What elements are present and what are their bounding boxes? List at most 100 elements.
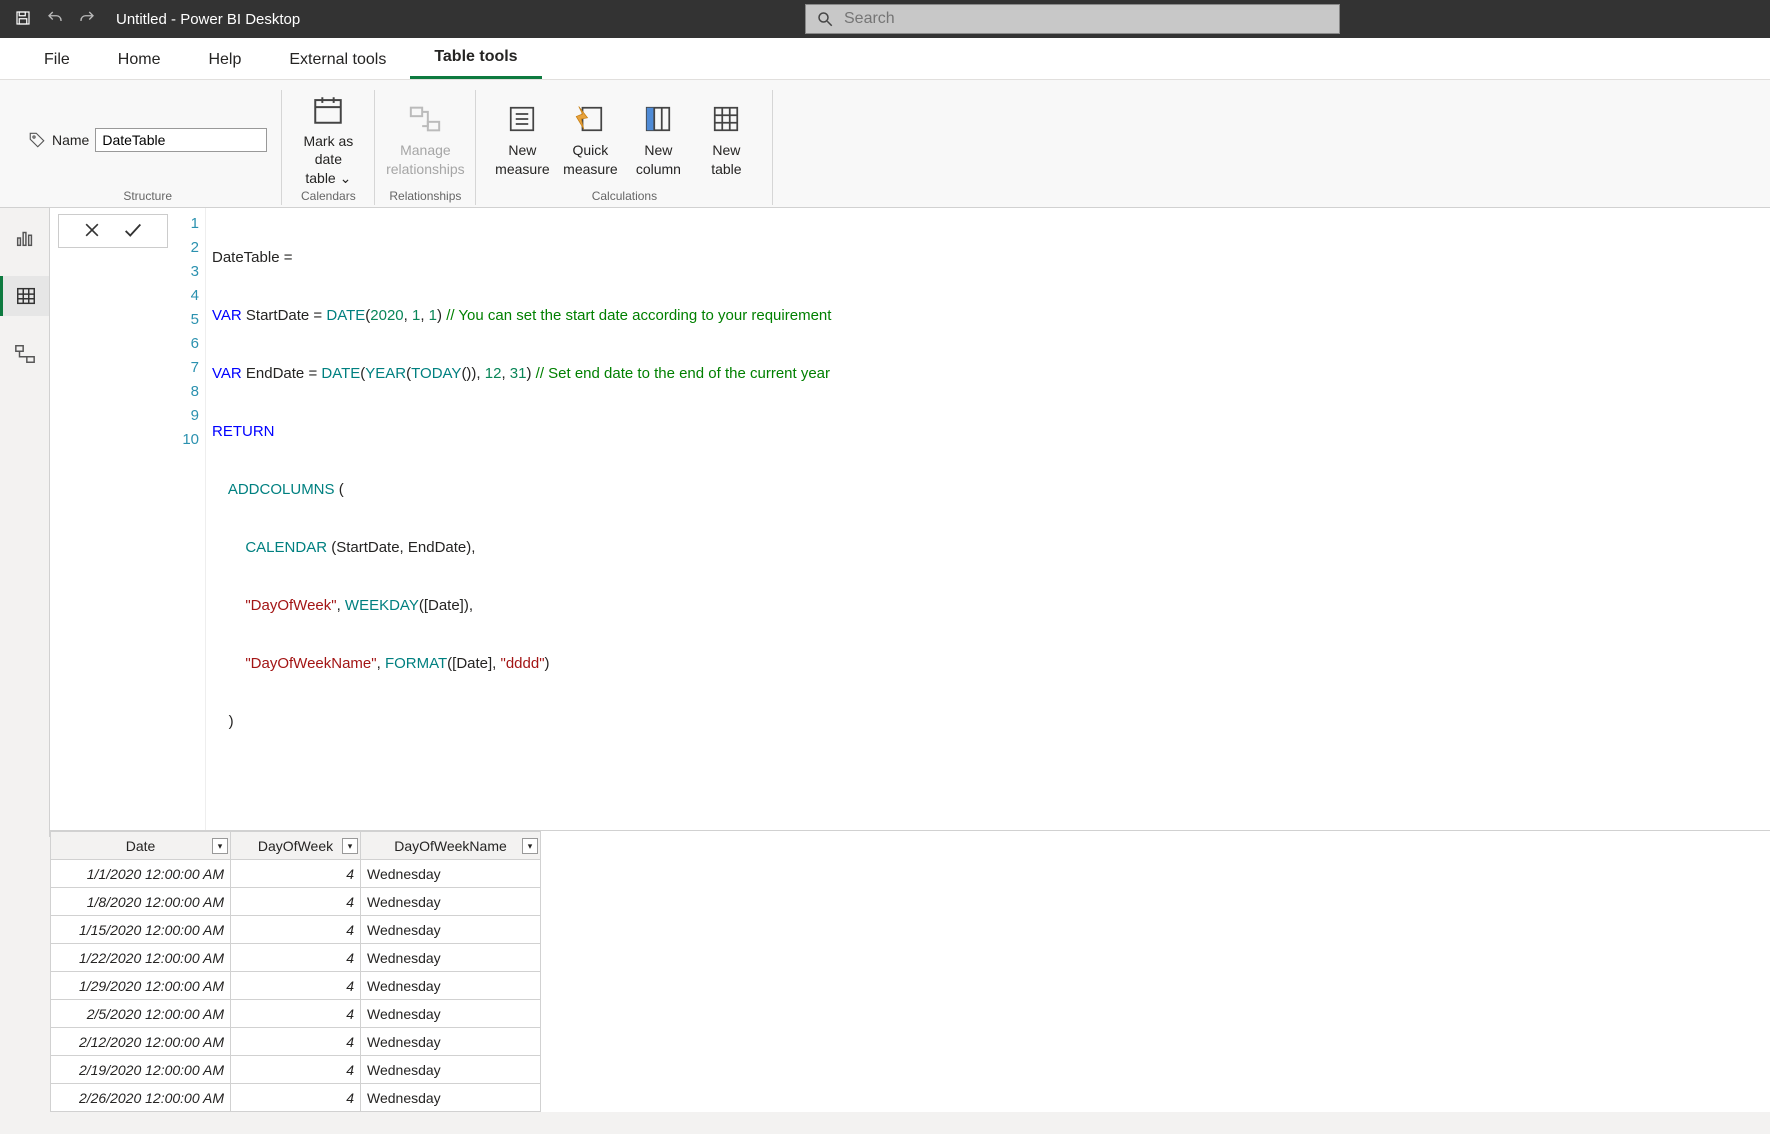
column-header[interactable]: DayOfWeek ▾ <box>231 832 361 860</box>
name-label: Name <box>52 132 89 148</box>
line-number: 3 <box>182 260 199 284</box>
menu-file[interactable]: File <box>20 41 94 79</box>
table-cell[interactable]: 4 <box>231 944 361 972</box>
group-calculations-label: Calculations <box>592 189 657 205</box>
line-number: 1 <box>182 212 199 236</box>
column-filter-dropdown[interactable]: ▾ <box>342 838 358 854</box>
line-number: 4 <box>182 284 199 308</box>
table-cell[interactable]: 1/8/2020 12:00:00 AM <box>51 888 231 916</box>
data-view-button[interactable] <box>0 276 49 316</box>
new-column-button[interactable]: New column <box>626 101 690 177</box>
model-view-icon <box>14 343 36 365</box>
group-structure-label: Structure <box>123 189 172 205</box>
table-row[interactable]: 1/29/2020 12:00:00 AM4Wednesday <box>51 972 541 1000</box>
table-row[interactable]: 1/8/2020 12:00:00 AM4Wednesday <box>51 888 541 916</box>
search-input[interactable] <box>844 10 1339 28</box>
table-cell[interactable]: 2/26/2020 12:00:00 AM <box>51 1084 231 1112</box>
data-view-icon <box>15 285 37 307</box>
table-cell[interactable]: 4 <box>231 1000 361 1028</box>
table-cell[interactable]: 4 <box>231 1028 361 1056</box>
ribbon: Name Structure Mark as date table ⌄ Cale… <box>0 80 1770 208</box>
quick-measure-icon <box>575 104 605 134</box>
table-icon <box>711 104 741 134</box>
table-cell[interactable]: Wednesday <box>361 1056 541 1084</box>
column-filter-dropdown[interactable]: ▾ <box>522 838 538 854</box>
undo-icon[interactable] <box>46 9 64 30</box>
table-cell[interactable]: Wednesday <box>361 1000 541 1028</box>
table-cell[interactable]: 1/15/2020 12:00:00 AM <box>51 916 231 944</box>
table-row[interactable]: 1/22/2020 12:00:00 AM4Wednesday <box>51 944 541 972</box>
table-cell[interactable]: 1/29/2020 12:00:00 AM <box>51 972 231 1000</box>
column-header-label: DayOfWeekName <box>394 838 507 854</box>
report-view-button[interactable] <box>0 218 49 258</box>
column-header[interactable]: Date ▾ <box>51 832 231 860</box>
menu-table-tools[interactable]: Table tools <box>410 38 541 79</box>
new-measure-button[interactable]: New measure <box>490 101 554 177</box>
quick-measure-button[interactable]: Quick measure <box>558 101 622 177</box>
table-cell[interactable]: Wednesday <box>361 888 541 916</box>
line-number: 9 <box>182 404 199 428</box>
table-row[interactable]: 2/5/2020 12:00:00 AM4Wednesday <box>51 1000 541 1028</box>
table-row[interactable]: 2/19/2020 12:00:00 AM4Wednesday <box>51 1056 541 1084</box>
model-view-button[interactable] <box>0 334 49 374</box>
title-bar: Untitled - Power BI Desktop <box>0 0 1770 38</box>
table-cell[interactable]: 1/1/2020 12:00:00 AM <box>51 860 231 888</box>
table-cell[interactable]: Wednesday <box>361 944 541 972</box>
table-row[interactable]: 1/1/2020 12:00:00 AM4Wednesday <box>51 860 541 888</box>
redo-icon[interactable] <box>78 9 96 30</box>
table-cell[interactable]: Wednesday <box>361 916 541 944</box>
table-cell[interactable]: Wednesday <box>361 972 541 1000</box>
manage-relationships-button[interactable]: Manage relationships <box>393 101 457 177</box>
formula-editor[interactable]: DateTable = VAR StartDate = DATE(2020, 1… <box>206 208 1770 830</box>
table-cell[interactable]: 4 <box>231 888 361 916</box>
menu-help[interactable]: Help <box>184 41 265 79</box>
table-cell[interactable]: 2/12/2020 12:00:00 AM <box>51 1028 231 1056</box>
table-cell[interactable]: 4 <box>231 972 361 1000</box>
check-icon <box>122 219 144 241</box>
table-cell[interactable]: 4 <box>231 916 361 944</box>
table-cell[interactable]: 1/22/2020 12:00:00 AM <box>51 944 231 972</box>
tag-icon <box>28 131 46 149</box>
column-filter-dropdown[interactable]: ▾ <box>212 838 228 854</box>
table-cell[interactable]: Wednesday <box>361 860 541 888</box>
calendar-icon <box>311 93 345 127</box>
report-view-icon <box>14 227 36 249</box>
search-box[interactable] <box>805 4 1340 34</box>
table-cell[interactable]: Wednesday <box>361 1028 541 1056</box>
table-cell[interactable]: 2/5/2020 12:00:00 AM <box>51 1000 231 1028</box>
table-cell[interactable]: Wednesday <box>361 1084 541 1112</box>
window-title: Untitled - Power BI Desktop <box>116 11 300 28</box>
table-row[interactable]: 2/26/2020 12:00:00 AM4Wednesday <box>51 1084 541 1112</box>
menu-home[interactable]: Home <box>94 41 185 79</box>
line-number: 2 <box>182 236 199 260</box>
formula-cancel-button[interactable] <box>82 220 102 243</box>
column-header-label: DayOfWeek <box>258 838 333 854</box>
group-calendars-label: Calendars <box>301 189 356 205</box>
menu-external-tools[interactable]: External tools <box>265 41 410 79</box>
table-cell[interactable]: 4 <box>231 1056 361 1084</box>
menu-bar: File Home Help External tools Table tool… <box>0 38 1770 80</box>
column-header-label: Date <box>126 838 156 854</box>
column-icon <box>643 104 673 134</box>
group-relationships-label: Relationships <box>389 189 461 205</box>
new-table-button[interactable]: New table <box>694 101 758 177</box>
line-number: 5 <box>182 308 199 332</box>
view-switcher <box>0 208 50 837</box>
table-row[interactable]: 2/12/2020 12:00:00 AM4Wednesday <box>51 1028 541 1056</box>
table-name-input[interactable] <box>95 128 267 152</box>
search-icon <box>816 10 834 28</box>
measure-icon <box>507 104 537 134</box>
mark-as-date-table-button[interactable]: Mark as date table ⌄ <box>296 92 360 187</box>
table-cell[interactable]: 2/19/2020 12:00:00 AM <box>51 1056 231 1084</box>
table-row[interactable]: 1/15/2020 12:00:00 AM4Wednesday <box>51 916 541 944</box>
formula-gutter: 12345678910 <box>176 208 206 830</box>
save-icon[interactable] <box>14 9 32 30</box>
table-cell[interactable]: 4 <box>231 1084 361 1112</box>
line-number: 8 <box>182 380 199 404</box>
table-cell[interactable]: 4 <box>231 860 361 888</box>
relationships-icon <box>408 102 442 136</box>
column-header[interactable]: DayOfWeekName ▾ <box>361 832 541 860</box>
line-number: 10 <box>182 428 199 452</box>
formula-commit-button[interactable] <box>122 219 144 244</box>
x-icon <box>82 220 102 240</box>
